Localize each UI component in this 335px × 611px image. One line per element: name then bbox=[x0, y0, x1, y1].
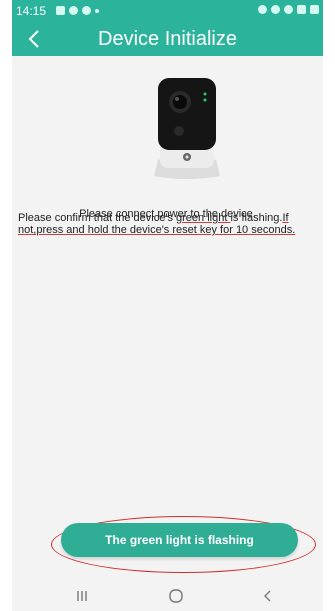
navigation-bar bbox=[12, 580, 323, 611]
battery-icon bbox=[310, 5, 319, 14]
status-time: 14:15 bbox=[16, 4, 47, 18]
recent-apps-icon[interactable] bbox=[72, 586, 92, 606]
confirm-instruction: Please confirm that the device's green l… bbox=[18, 212, 318, 236]
back-icon[interactable] bbox=[258, 586, 278, 606]
more-dot-icon bbox=[95, 9, 99, 13]
main-content: Please connect power to the device. Plea… bbox=[12, 56, 323, 580]
message-icon bbox=[69, 6, 78, 15]
home-icon[interactable] bbox=[166, 586, 186, 606]
page-title: Device Initialize bbox=[98, 28, 237, 50]
chevron-left-icon[interactable] bbox=[24, 28, 46, 50]
status-system-icons bbox=[258, 5, 319, 14]
gallery-icon bbox=[56, 6, 65, 15]
wifi-icon bbox=[284, 5, 293, 14]
app-header: 14:15 Device Initialize bbox=[12, 0, 323, 56]
confirm-text-highlight: green light bbox=[176, 212, 231, 224]
status-bar: 14:15 bbox=[12, 0, 323, 22]
confirm-text-part1: Please confirm that the device's bbox=[18, 212, 177, 224]
bluetooth-icon bbox=[271, 5, 280, 14]
green-light-flashing-button[interactable]: The green light is flashing bbox=[61, 523, 298, 557]
wifi-small-icon bbox=[82, 6, 91, 15]
signal-icon bbox=[297, 5, 306, 14]
status-notification-icons bbox=[56, 6, 99, 15]
confirm-text-part3: is flashing. bbox=[230, 212, 283, 224]
camera-icon bbox=[154, 78, 220, 179]
title-bar: Device Initialize bbox=[12, 22, 323, 56]
alarm-icon bbox=[258, 5, 267, 14]
